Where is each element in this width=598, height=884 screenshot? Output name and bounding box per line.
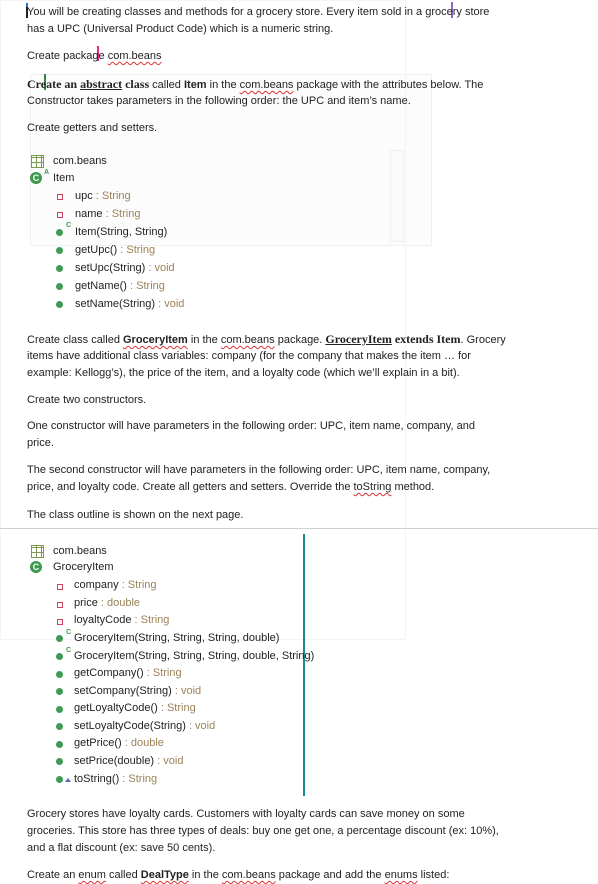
method-name: toString (353, 481, 392, 493)
paragraph-constructor1-line2: price. (27, 437, 54, 449)
package-label: com.beans (53, 545, 107, 557)
paragraph-loyalty-line3: and a flat discount (ex: save 50 cents). (27, 842, 216, 854)
enum-name: DealType (140, 869, 189, 881)
keyword-enum: enum (78, 869, 106, 881)
package-name: com.beans (239, 79, 294, 91)
field-company: company : String (74, 579, 157, 591)
paragraph-loyalty-line1: Grocery stores have loyalty cards. Custo… (27, 808, 465, 820)
public-method-icon (56, 283, 63, 290)
constructor: GroceryItem(String, String, String, doub… (74, 650, 315, 662)
method-getName: getName() : String (75, 280, 165, 292)
private-field-icon (57, 619, 63, 625)
abstract-modifier-icon: A (44, 169, 50, 176)
package-name: com.beans (221, 869, 276, 881)
page-break-divider (0, 528, 598, 529)
public-method-icon (56, 671, 63, 678)
class-icon: C (30, 172, 42, 184)
keyword-abstract: abstract (80, 77, 123, 91)
paragraph-abstract-class-line2: Constructor takes parameters in the foll… (27, 95, 411, 107)
paragraph-constructor1-line1: One constructor will have parameters in … (27, 420, 475, 432)
constructor: GroceryItem(String, String, String, doub… (74, 632, 280, 644)
class-name: Item (183, 79, 207, 91)
public-method-icon (56, 688, 63, 695)
keyword-enums: enums (384, 869, 418, 881)
public-method-icon (56, 741, 63, 748)
text: package with the attributes below. The (293, 79, 484, 91)
private-field-icon (57, 194, 63, 200)
method-toString: toString() : String (74, 773, 158, 785)
method-setPrice: setPrice(double) : void (74, 755, 184, 767)
class-name: GroceryItem (123, 334, 188, 346)
method-getPrice: getPrice() : double (74, 737, 164, 749)
override-triangle-icon (65, 778, 71, 782)
paragraph-two-constructors: Create two constructors. (27, 394, 147, 406)
package-name: com.beans (107, 50, 162, 62)
paragraph-constructor2-line1: The second constructor will have paramet… (27, 464, 491, 476)
public-method-icon (56, 301, 63, 308)
public-method-icon (56, 229, 63, 236)
public-method-icon (56, 247, 63, 254)
private-field-icon (57, 212, 63, 218)
text: called (149, 79, 184, 91)
paragraph-constructor2-line2: price, and loyalty code. Create all gett… (27, 481, 435, 493)
class-label: GroceryItem (53, 561, 114, 573)
public-method-icon (56, 723, 63, 730)
private-field-icon (57, 602, 63, 608)
public-method-icon (56, 706, 63, 713)
text: Create an (27, 77, 81, 91)
constructor-badge-icon: C (66, 629, 72, 636)
field-price: price : double (74, 597, 141, 609)
public-method-icon (56, 653, 63, 660)
paragraph-groceryitem-line3: example: Kellogg’s), the price of the it… (27, 367, 460, 379)
constructor-badge-icon: C (66, 222, 72, 229)
private-field-icon (57, 584, 63, 590)
teal-cursor-line (303, 534, 305, 796)
constructor: Item(String, String) (75, 226, 168, 238)
method-getCompany: getCompany() : String (74, 667, 182, 679)
paragraph-loyalty-line2: groceries. This store has three types of… (27, 825, 499, 837)
field-name: name : String (75, 208, 141, 220)
method-getLoyaltyCode: getLoyaltyCode() : String (74, 702, 196, 714)
public-method-icon (56, 776, 63, 783)
field-upc: upc : String (75, 190, 131, 202)
paragraph-abstract-class-line1: Create an abstract class called Item in … (27, 77, 483, 92)
text: in the (206, 79, 240, 91)
class-label: Item (53, 172, 75, 184)
class-name: GroceryItem (325, 332, 392, 346)
paragraph-getters-setters: Create getters and setters. (27, 122, 158, 134)
field-loyaltyCode: loyaltyCode : String (74, 614, 170, 626)
method-getUpc: getUpc() : String (75, 244, 156, 256)
constructor-badge-icon: C (66, 647, 72, 654)
public-method-icon (56, 758, 63, 765)
package-name: com.beans (220, 334, 275, 346)
text: class (122, 77, 150, 91)
method-setName: setName(String) : void (75, 298, 185, 310)
method-setCompany: setCompany(String) : void (74, 685, 202, 697)
paragraph-intro-line1: You will be creating classes and methods… (27, 6, 490, 18)
public-method-icon (56, 635, 63, 642)
public-method-icon (56, 265, 63, 272)
text: Create package (27, 50, 108, 62)
background-scrollbar (390, 150, 404, 242)
method-setUpc: setUpc(String) : void (75, 262, 175, 274)
method-setLoyaltyCode: setLoyaltyCode(String) : void (74, 720, 216, 732)
paragraph-create-package: Create package com.beans (27, 49, 162, 63)
package-label: com.beans (53, 155, 107, 167)
package-icon (31, 155, 44, 168)
paragraph-groceryitem-line2: items have additional class variables: c… (27, 350, 471, 362)
paragraph-enum: Create an enum called DealType in the co… (27, 869, 450, 881)
paragraph-next-page: The class outline is shown on the next p… (27, 509, 244, 521)
class-icon: C (30, 561, 42, 573)
package-icon (31, 545, 44, 558)
paragraph-intro-line2: has a UPC (Universal Product Code) which… (27, 23, 334, 35)
paragraph-groceryitem-line1: Create class called GroceryItem in the c… (27, 332, 506, 346)
